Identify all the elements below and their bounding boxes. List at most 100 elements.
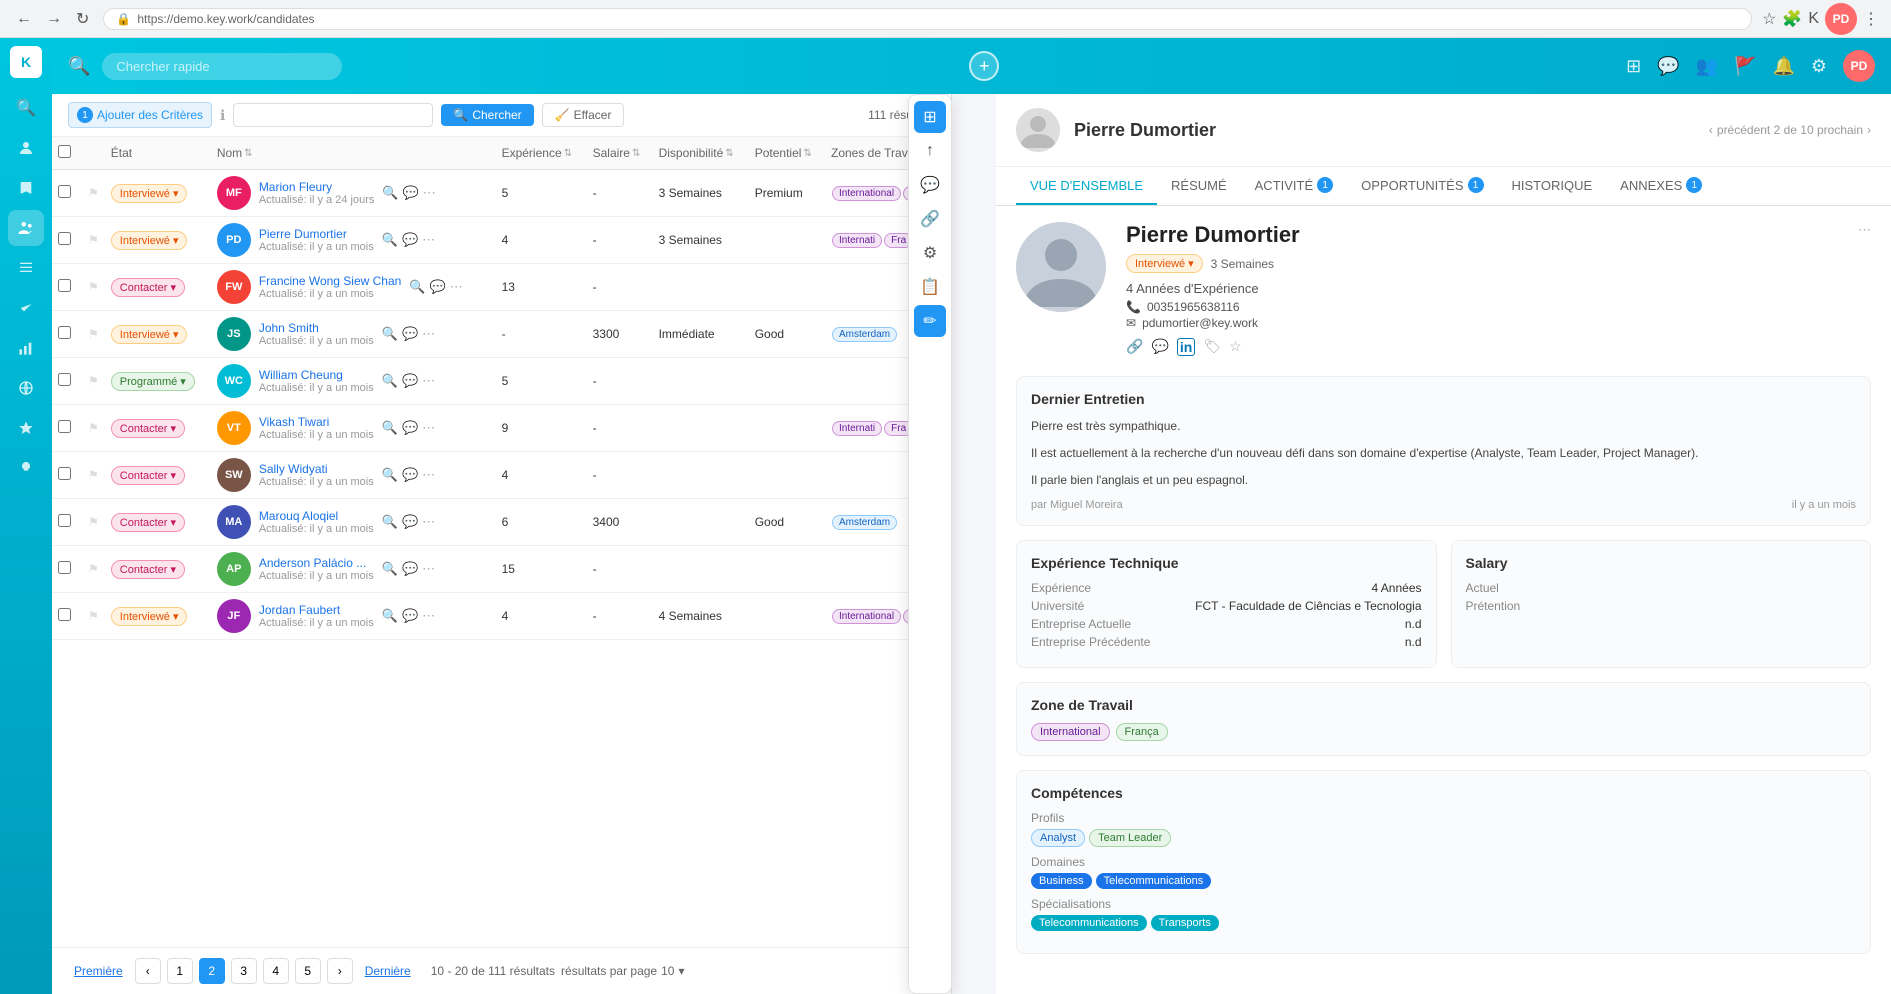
tab-vue-ensemble[interactable]: VUE D'ENSEMBLE [1016,167,1157,205]
salaire-header[interactable]: Salaire ⇅ [587,137,653,170]
row-checkbox[interactable] [58,232,71,245]
candidate-name[interactable]: Marouq Aloqiel [259,509,374,523]
flag-icon[interactable]: 🚩 [1734,56,1756,77]
search-action[interactable]: 🔍 [382,232,398,248]
potentiel-header[interactable]: Potentiel ⇅ [749,137,825,170]
more-action[interactable]: ⋯ [423,185,436,201]
row-checkbox[interactable] [58,279,71,292]
candidate-name[interactable]: John Smith [259,321,374,335]
status-badge[interactable]: Contacter ▾ [111,278,185,297]
search-action[interactable]: 🔍 [382,185,398,201]
nom-header[interactable]: Nom ⇅ [211,137,496,170]
more-action[interactable]: ⋯ [422,326,435,342]
more-action[interactable]: ⋯ [422,420,435,436]
status-badge[interactable]: Programmé ▾ [111,372,195,391]
sidebar-item-star[interactable] [8,410,44,446]
search-action[interactable]: 🔍 [382,608,398,624]
more-action[interactable]: ⋯ [422,373,435,389]
bookmark-star[interactable]: ☆ [1762,9,1776,29]
user-profile-avatar[interactable]: PD [1843,50,1875,82]
add-button[interactable]: + [969,51,999,81]
chat-action[interactable]: 💬 [402,326,418,342]
ctx-item-settings[interactable]: ⚙ [914,237,946,269]
browser-navigation[interactable]: ← → ↻ [12,7,93,31]
prev-page-button[interactable]: ‹ [135,958,161,984]
ctx-item-link[interactable]: 🔗 [914,203,946,235]
candidate-name[interactable]: Pierre Dumortier [259,227,374,241]
user-avatar[interactable]: PD [1825,3,1857,35]
search-action[interactable]: 🔍 [409,279,425,295]
candidate-name[interactable]: Marion Fleury [259,180,375,194]
profile-star-icon[interactable]: ☆ [1229,338,1242,356]
chat-action[interactable]: 💬 [402,420,418,436]
profile-linkedin-icon[interactable]: in [1177,338,1195,356]
sidebar-item-list[interactable] [8,250,44,286]
chat-action[interactable]: 💬 [402,514,418,530]
candidate-name[interactable]: Jordan Faubert [259,603,374,617]
row-flag-icon[interactable]: ⚑ [88,562,99,576]
status-badge[interactable]: Contacter ▾ [111,560,185,579]
sidebar-item-user[interactable] [8,130,44,166]
profile-chat-icon[interactable]: 💬 [1151,338,1168,356]
chat-action[interactable]: 💬 [402,232,418,248]
ctx-item-chat[interactable]: 💬 [914,169,946,201]
row-checkbox[interactable] [58,373,71,386]
ctx-item-clipboard[interactable]: 📋 [914,271,946,303]
more-action[interactable]: ⋯ [422,514,435,530]
chat-icon[interactable]: 💬 [1657,56,1679,77]
page-5-button[interactable]: 5 [295,958,321,984]
sidebar-item-bulb[interactable] [8,450,44,486]
per-page-chevron[interactable]: ▾ [678,964,684,978]
row-checkbox[interactable] [58,467,71,480]
more-action[interactable]: ⋯ [422,561,435,577]
row-flag-icon[interactable]: ⚑ [88,468,99,482]
profile-bookmark-icon[interactable]: 🏷 [1203,338,1221,356]
next-page-button[interactable]: › [327,958,353,984]
ctx-item-edit[interactable]: ✏ [914,305,946,337]
status-badge[interactable]: Interviewé ▾ [111,184,188,203]
back-button[interactable]: ← [12,8,36,30]
row-flag-icon[interactable]: ⚑ [88,374,99,388]
row-flag-icon[interactable]: ⚑ [88,280,99,294]
search-action[interactable]: 🔍 [382,467,398,483]
search-action[interactable]: 🔍 [382,373,398,389]
add-criteria-button[interactable]: 1 Ajouter des Critères [68,102,212,128]
menu-dots[interactable]: ⋮ [1863,9,1879,29]
candidate-name[interactable]: Francine Wong Siew Chan [259,274,402,288]
row-flag-icon[interactable]: ⚑ [88,421,99,435]
page-3-button[interactable]: 3 [231,958,257,984]
profile-link-icon[interactable]: 🔗 [1126,338,1143,356]
ctx-item-grid[interactable]: ⊞ [914,101,946,133]
last-page-button[interactable]: Dernière [359,958,417,984]
info-icon[interactable]: ℹ [220,107,225,124]
users-icon[interactable]: 👥 [1696,56,1718,77]
ctx-item-arrow[interactable]: ↑ [914,135,946,167]
refresh-button[interactable]: ↻ [72,7,93,31]
chat-action[interactable]: 💬 [402,608,418,624]
profile-status-badge[interactable]: Interviewé ▾ [1126,254,1203,273]
status-badge[interactable]: Interviewé ▾ [111,231,188,250]
row-checkbox[interactable] [58,420,71,433]
sidebar-item-candidates[interactable] [8,210,44,246]
row-flag-icon[interactable]: ⚑ [88,186,99,200]
row-flag-icon[interactable]: ⚑ [88,609,99,623]
row-checkbox[interactable] [58,185,71,198]
candidate-name[interactable]: Anderson Palácio ... [259,556,374,570]
first-page-button[interactable]: Première [68,958,129,984]
select-all-checkbox[interactable] [58,145,71,158]
row-flag-icon[interactable]: ⚑ [88,233,99,247]
status-badge[interactable]: Interviewé ▾ [111,325,188,344]
tab-opportunites[interactable]: OPPORTUNITÉS 1 [1347,167,1497,205]
candidate-name[interactable]: Vikash Tiwari [259,415,374,429]
more-action[interactable]: ⋯ [422,232,435,248]
prev-candidate[interactable]: ‹ [1709,123,1713,137]
app-logo[interactable]: K [10,46,42,78]
filter-search-input[interactable] [233,103,433,127]
clear-button[interactable]: 🧹 Effacer [542,103,625,127]
chat-action[interactable]: 💬 [402,373,418,389]
profile-k[interactable]: K [1808,10,1819,28]
page-1-button[interactable]: 1 [167,958,193,984]
profile-more-options[interactable]: ⋯ [1858,222,1871,238]
status-badge[interactable]: Contacter ▾ [111,419,185,438]
tab-annexes[interactable]: ANNEXES 1 [1606,167,1716,205]
